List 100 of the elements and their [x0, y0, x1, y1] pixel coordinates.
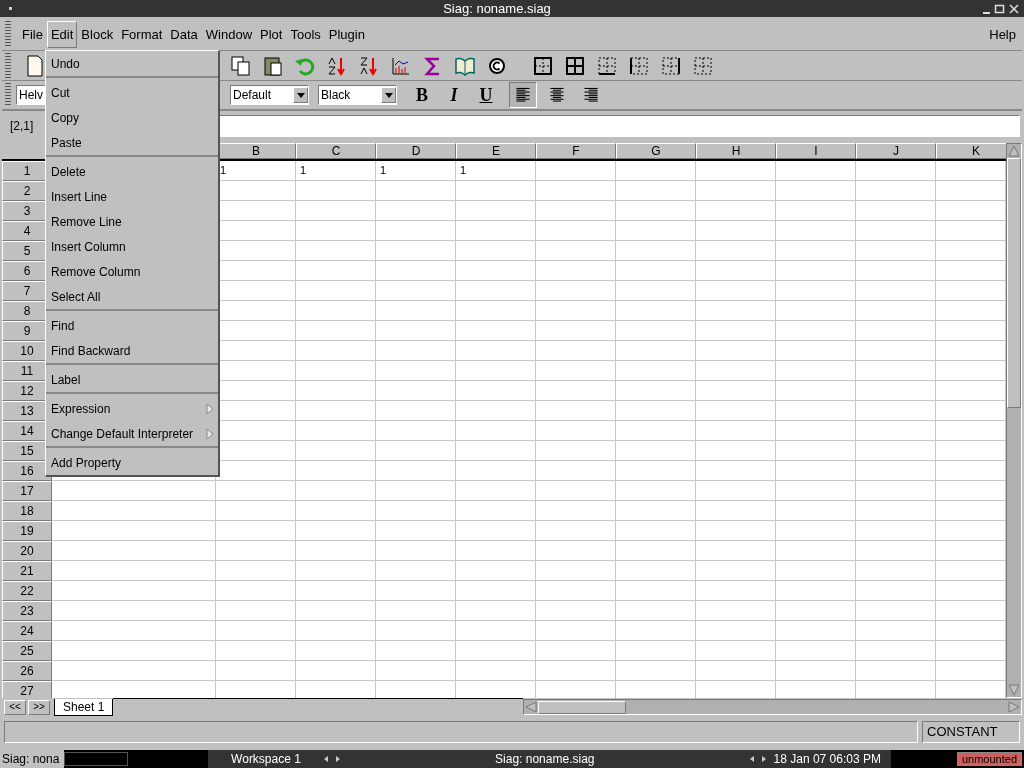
table-cell[interactable] — [696, 301, 776, 321]
table-cell[interactable] — [616, 581, 696, 601]
table-cell[interactable] — [856, 361, 936, 381]
table-cell[interactable] — [296, 481, 376, 501]
table-cell[interactable] — [616, 221, 696, 241]
row-header[interactable]: 27 — [2, 681, 52, 698]
table-cell[interactable] — [856, 341, 936, 361]
table-cell[interactable] — [296, 301, 376, 321]
menu-item[interactable]: Block — [77, 20, 118, 49]
table-cell[interactable] — [616, 321, 696, 341]
table-cell[interactable] — [696, 581, 776, 601]
table-cell[interactable] — [776, 621, 856, 641]
table-cell[interactable] — [696, 501, 776, 521]
table-cell[interactable] — [296, 261, 376, 281]
table-cell[interactable] — [456, 361, 536, 381]
sheet-nav-button[interactable]: << — [4, 699, 26, 715]
table-cell[interactable] — [616, 621, 696, 641]
table-cell[interactable] — [296, 401, 376, 421]
column-header[interactable]: C — [296, 143, 376, 159]
table-cell[interactable] — [696, 461, 776, 481]
table-cell[interactable] — [456, 401, 536, 421]
horizontal-scrollbar[interactable] — [523, 699, 1022, 715]
table-cell[interactable] — [776, 581, 856, 601]
table-cell[interactable] — [376, 361, 456, 381]
table-cell[interactable] — [376, 181, 456, 201]
close-icon[interactable] — [1008, 3, 1020, 14]
table-cell[interactable] — [376, 481, 456, 501]
table-cell[interactable] — [456, 501, 536, 521]
table-cell[interactable] — [696, 341, 776, 361]
table-cell[interactable] — [376, 221, 456, 241]
table-cell[interactable] — [52, 621, 216, 641]
table-cell[interactable] — [296, 661, 376, 681]
menu-item[interactable]: Paste — [46, 130, 218, 155]
table-cell[interactable] — [296, 621, 376, 641]
table-cell[interactable] — [376, 621, 456, 641]
table-cell[interactable] — [296, 321, 376, 341]
table-cell[interactable] — [776, 661, 856, 681]
table-cell[interactable] — [696, 181, 776, 201]
scroll-left-icon[interactable] — [524, 700, 539, 714]
table-cell[interactable] — [456, 241, 536, 261]
table-cell[interactable] — [536, 201, 616, 221]
table-cell[interactable] — [616, 201, 696, 221]
table-cell[interactable] — [456, 661, 536, 681]
table-cell[interactable] — [52, 661, 216, 681]
table-cell[interactable] — [776, 461, 856, 481]
menu-item[interactable]: Plugin — [324, 20, 369, 49]
bold-button[interactable]: B — [411, 81, 433, 109]
table-cell[interactable] — [456, 201, 536, 221]
table-cell[interactable] — [376, 281, 456, 301]
table-cell[interactable] — [216, 601, 296, 621]
menu-item[interactable]: File — [18, 20, 47, 49]
column-header[interactable]: F — [536, 143, 616, 159]
table-cell[interactable] — [52, 581, 216, 601]
table-cell[interactable] — [536, 301, 616, 321]
table-cell[interactable] — [776, 301, 856, 321]
table-cell[interactable] — [376, 321, 456, 341]
table-cell[interactable] — [296, 281, 376, 301]
table-cell[interactable] — [696, 441, 776, 461]
table-cell[interactable] — [52, 501, 216, 521]
table-cell[interactable] — [856, 401, 936, 421]
table-cell[interactable] — [536, 481, 616, 501]
menu-item[interactable]: Plot — [256, 20, 287, 49]
table-cell[interactable] — [696, 661, 776, 681]
table-cell[interactable] — [856, 421, 936, 441]
table-cell[interactable] — [696, 421, 776, 441]
table-cell[interactable] — [696, 481, 776, 501]
table-cell[interactable] — [456, 261, 536, 281]
maximize-icon[interactable] — [994, 3, 1006, 14]
table-cell[interactable] — [696, 361, 776, 381]
table-cell[interactable] — [376, 561, 456, 581]
row-header[interactable]: 21 — [2, 561, 52, 581]
table-cell[interactable] — [376, 661, 456, 681]
table-cell[interactable] — [856, 161, 936, 181]
table-cell[interactable] — [296, 461, 376, 481]
table-cell[interactable] — [856, 201, 936, 221]
table-cell[interactable] — [456, 301, 536, 321]
table-cell[interactable] — [52, 601, 216, 621]
row-header[interactable]: 24 — [2, 621, 52, 641]
table-cell[interactable] — [296, 361, 376, 381]
menu-item[interactable]: Data — [166, 20, 202, 49]
copy-icon[interactable] — [230, 54, 252, 77]
table-cell[interactable] — [536, 381, 616, 401]
sheet-tab[interactable]: Sheet 1 — [54, 698, 114, 716]
table-cell[interactable] — [856, 381, 936, 401]
table-cell[interactable] — [536, 581, 616, 601]
pager[interactable] — [64, 752, 128, 766]
row-header[interactable]: 20 — [2, 541, 52, 561]
table-cell[interactable] — [616, 461, 696, 481]
table-cell[interactable] — [696, 621, 776, 641]
table-cell[interactable] — [856, 621, 936, 641]
table-cell[interactable] — [856, 641, 936, 661]
table-cell[interactable] — [376, 441, 456, 461]
table-cell[interactable] — [296, 421, 376, 441]
table-cell[interactable] — [536, 521, 616, 541]
table-cell[interactable] — [52, 481, 216, 501]
table-cell[interactable] — [536, 241, 616, 261]
table-cell[interactable] — [456, 281, 536, 301]
table-cell[interactable] — [376, 261, 456, 281]
sheet-nav-button[interactable]: >> — [28, 699, 50, 715]
border-icon[interactable] — [564, 54, 586, 77]
